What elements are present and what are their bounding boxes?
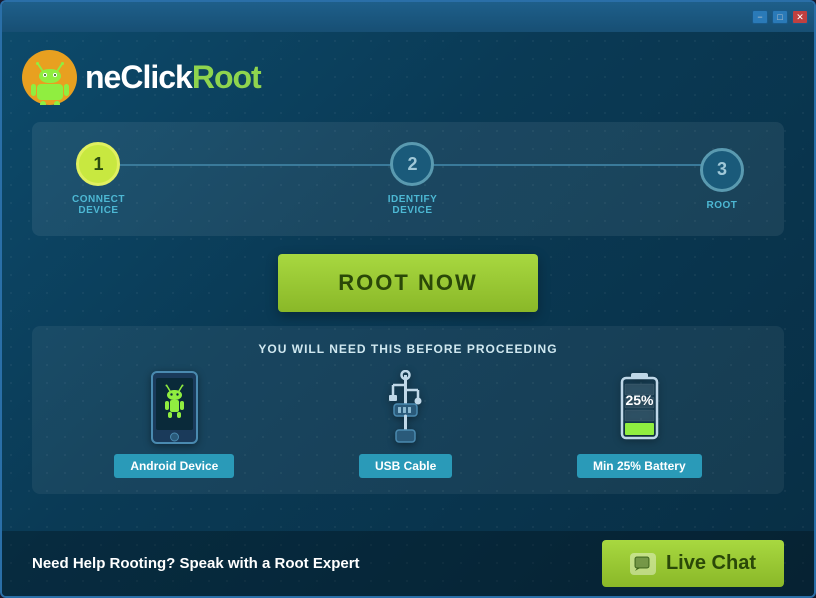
window-controls: − □ ✕ — [752, 10, 808, 24]
app-window: − □ ✕ — [0, 0, 816, 598]
svg-text:25%: 25% — [625, 392, 654, 408]
steps-section: 1 CONNECTDEVICE 2 IDENTIFYDEVICE 3 ROOT — [32, 122, 784, 236]
step-1-label: CONNECTDEVICE — [72, 194, 125, 216]
prereq-battery: 25% Min 25% Battery — [577, 372, 702, 478]
prereq-section: YOU WILL NEED THIS BEFORE PROCEEDING — [32, 326, 784, 494]
root-now-button[interactable]: ROOT NOW — [278, 254, 537, 312]
battery-label: Min 25% Battery — [577, 454, 702, 478]
android-device-label: Android Device — [114, 454, 234, 478]
step-3-label: ROOT — [707, 200, 738, 211]
usb-cable-label: USB Cable — [359, 454, 452, 478]
chat-icon — [630, 553, 656, 575]
logo-text: neClickRoot — [85, 59, 261, 96]
footer-help-text: Need Help Rooting? Speak with a Root Exp… — [32, 555, 360, 572]
prereq-usb-cable: USB Cable — [359, 372, 452, 478]
usb-cable-icon — [378, 372, 433, 442]
logo: neClickRoot — [22, 50, 261, 105]
step-1-circle: 1 — [76, 142, 120, 186]
live-chat-label: Live Chat — [666, 552, 756, 575]
step-3: 3 ROOT — [700, 148, 744, 211]
step-2: 2 IDENTIFYDEVICE — [388, 142, 438, 216]
prereq-items: Android Device — [52, 372, 764, 478]
step-2-label: IDENTIFYDEVICE — [388, 194, 438, 216]
close-button[interactable]: ✕ — [792, 10, 808, 24]
maximize-button[interactable]: □ — [772, 10, 788, 24]
main-content: neClickRoot 1 CONNECTDEVICE 2 IDENTIFYDE… — [2, 32, 814, 596]
steps-container: 1 CONNECTDEVICE 2 IDENTIFYDEVICE 3 ROOT — [72, 142, 744, 216]
live-chat-button[interactable]: Live Chat — [602, 540, 784, 587]
step-2-circle: 2 — [390, 142, 434, 186]
title-bar: − □ ✕ — [2, 2, 814, 32]
header: neClickRoot — [2, 32, 814, 122]
prereq-title: YOU WILL NEED THIS BEFORE PROCEEDING — [52, 342, 764, 356]
battery-level-icon: 25% — [612, 372, 667, 442]
step-1: 1 CONNECTDEVICE — [72, 142, 125, 216]
step-3-circle: 3 — [700, 148, 744, 192]
footer: Need Help Rooting? Speak with a Root Exp… — [2, 531, 814, 596]
logo-icon — [22, 50, 77, 105]
android-device-icon — [147, 372, 202, 442]
prereq-android-device: Android Device — [114, 372, 234, 478]
minimize-button[interactable]: − — [752, 10, 768, 24]
root-btn-container: ROOT NOW — [2, 254, 814, 312]
